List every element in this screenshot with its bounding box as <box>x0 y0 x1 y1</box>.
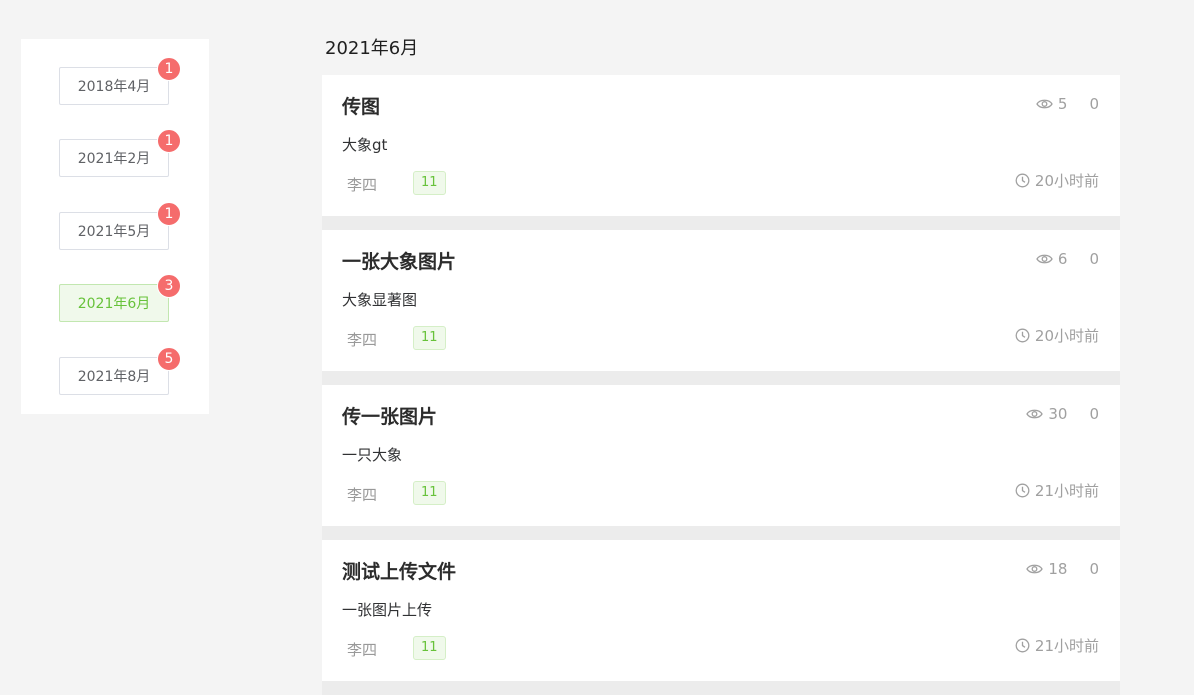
view-count-value: 30 <box>1048 405 1068 423</box>
post-title[interactable]: 一张大象图片 <box>342 247 456 274</box>
eye-icon <box>1026 564 1044 574</box>
comment-count: 0 <box>1089 405 1099 423</box>
post-stats: 30 0 <box>1026 405 1099 423</box>
post-list: 传图 5 0 大象gt 李四 11 20小时前 一张大象图片 6 0 大象显著图… <box>322 75 1120 695</box>
post-time-value: 20小时前 <box>1034 172 1099 190</box>
post-description: 一张图片上传 <box>342 601 433 619</box>
view-count-value: 18 <box>1048 560 1068 578</box>
post-description: 大象显著图 <box>342 291 418 309</box>
view-count: 6 <box>1036 250 1068 268</box>
clock-icon <box>1015 483 1030 498</box>
clock-icon <box>1015 328 1030 343</box>
post-time: 20小时前 <box>1015 325 1099 346</box>
post-stats: 6 0 <box>1036 250 1099 268</box>
eye-icon <box>1036 99 1053 109</box>
comment-count-value: 0 <box>1089 560 1099 578</box>
post-card: 传一张图片 30 0 一只大象 李四 11 21小时前 <box>322 385 1120 540</box>
view-count-value: 6 <box>1057 250 1068 268</box>
post-time: 21小时前 <box>1015 635 1099 656</box>
count-badge: 5 <box>157 347 181 371</box>
count-badge: 3 <box>157 274 181 298</box>
clock-icon <box>1015 173 1030 188</box>
month-heading: 2021年6月 <box>325 38 419 59</box>
post-author[interactable]: 李四 <box>347 329 377 350</box>
view-count: 30 <box>1026 405 1067 423</box>
post-title[interactable]: 测试上传文件 <box>342 557 456 584</box>
comment-count: 0 <box>1089 250 1099 268</box>
month-label: 2021年8月 <box>77 369 151 385</box>
comment-count: 0 <box>1089 95 1099 113</box>
post-author[interactable]: 李四 <box>347 174 377 195</box>
post-author[interactable]: 李四 <box>347 639 377 660</box>
post-time-value: 21小时前 <box>1034 637 1099 655</box>
eye-icon <box>1036 254 1053 264</box>
month-label: 2021年6月 <box>77 296 151 312</box>
post-description: 大象gt <box>342 136 388 154</box>
post-stats: 18 0 <box>1026 560 1099 578</box>
post-time: 20小时前 <box>1015 170 1099 191</box>
count-badge: 1 <box>157 129 181 153</box>
post-card: 传图 5 0 大象gt 李四 11 20小时前 <box>322 75 1120 230</box>
month-button-2021-02[interactable]: 2021年2月 1 <box>59 129 181 177</box>
count-badge: 1 <box>157 57 181 81</box>
post-tag[interactable]: 11 <box>413 326 446 350</box>
comment-count-value: 0 <box>1089 95 1099 113</box>
post-title[interactable]: 传一张图片 <box>342 402 437 429</box>
view-count: 5 <box>1036 95 1068 113</box>
month-label: 2018年4月 <box>77 79 151 95</box>
post-stats: 5 0 <box>1036 95 1099 113</box>
comment-count: 0 <box>1089 560 1099 578</box>
month-button-2021-05[interactable]: 2021年5月 1 <box>59 202 181 250</box>
month-label: 2021年2月 <box>77 151 151 167</box>
month-label: 2021年5月 <box>77 224 151 240</box>
view-count: 18 <box>1026 560 1067 578</box>
post-card: 测试上传文件 18 0 一张图片上传 李四 11 21小时前 <box>322 540 1120 695</box>
post-title[interactable]: 传图 <box>342 92 380 119</box>
month-button-2021-08[interactable]: 2021年8月 5 <box>59 347 181 395</box>
post-tag[interactable]: 11 <box>413 636 446 660</box>
archive-sidebar: 2018年4月 1 2021年2月 1 2021年5月 1 2021年6月 3 … <box>21 39 209 414</box>
post-tag[interactable]: 11 <box>413 481 446 505</box>
comment-count-value: 0 <box>1089 405 1099 423</box>
post-card: 一张大象图片 6 0 大象显著图 李四 11 20小时前 <box>322 230 1120 385</box>
view-count-value: 5 <box>1057 95 1068 113</box>
post-description: 一只大象 <box>342 446 403 464</box>
month-button-2021-06[interactable]: 2021年6月 3 <box>59 274 181 322</box>
post-tag[interactable]: 11 <box>413 171 446 195</box>
eye-icon <box>1026 409 1044 419</box>
post-time-value: 21小时前 <box>1034 482 1099 500</box>
clock-icon <box>1015 638 1030 653</box>
post-author[interactable]: 李四 <box>347 484 377 505</box>
count-badge: 1 <box>157 202 181 226</box>
post-time: 21小时前 <box>1015 480 1099 501</box>
post-time-value: 20小时前 <box>1034 327 1099 345</box>
comment-count-value: 0 <box>1089 250 1099 268</box>
month-button-2018-04[interactable]: 2018年4月 1 <box>59 57 181 105</box>
